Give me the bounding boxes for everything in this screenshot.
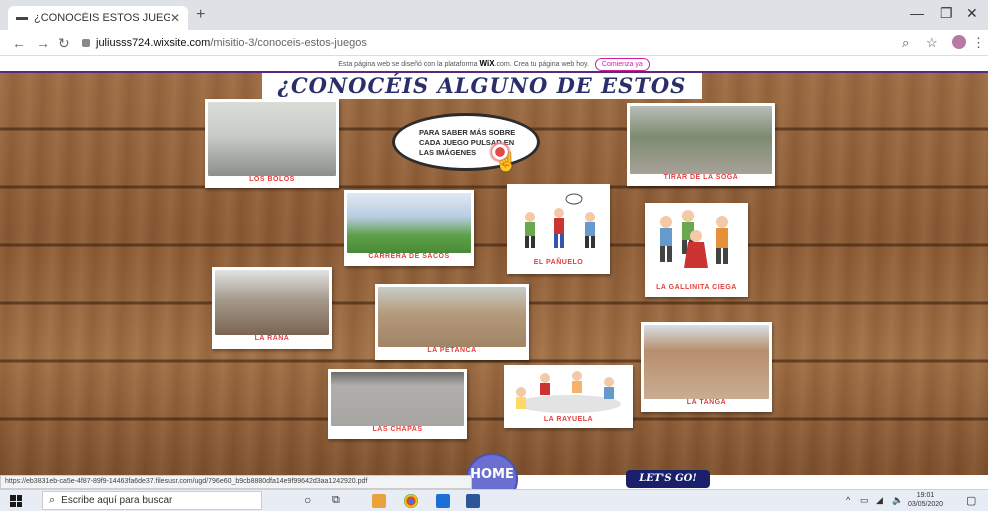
search-icon: ⌕ [49, 494, 56, 506]
tab-close-icon[interactable]: ✕ [170, 11, 180, 25]
clock-time: 19:01 [916, 492, 935, 499]
windows-start-icon[interactable] [10, 495, 22, 507]
game-photo [644, 325, 769, 399]
taskbar-clock[interactable]: 19:01 03/05/2020 [908, 491, 943, 509]
game-card-tirar-de-la-soga[interactable]: TIRAR DE LA SOGA [627, 103, 775, 186]
game-label: EL PAÑUELO [533, 259, 584, 266]
rayuela-illustration [516, 371, 621, 413]
browser-tab[interactable]: ¿CONOCÉIS ESTOS JUEGOS? | M ✕ [8, 6, 188, 30]
game-card-carrera-de-sacos[interactable]: CARRERA DE SACOS [344, 190, 474, 266]
pointing-hand-icon: ☝ [495, 152, 518, 172]
windows-taskbar: ⌕ Escribe aquí para buscar ○ ⧉ ^ ▭ ◢ 🔈 1… [0, 489, 988, 511]
game-photo [648, 206, 745, 284]
browser-tab-strip: ¿CONOCÉIS ESTOS JUEGOS? | M ✕ + — ❐ ✕ [0, 0, 988, 30]
cortana-circle-icon[interactable]: ○ [304, 493, 311, 507]
game-card-la-tanga[interactable]: LA TANGA [641, 322, 772, 412]
bubble-line: LAS IMÁGENES [419, 148, 477, 157]
zoom-icon[interactable]: ⌕ [902, 35, 909, 51]
game-card-la-rana[interactable]: LA RANA [212, 267, 332, 349]
game-card-la-petanca[interactable]: LA PETANCA [375, 284, 529, 360]
notifications-icon[interactable]: ▢ [966, 494, 976, 507]
menu-dots-icon[interactable]: ⋮ [972, 35, 985, 51]
back-arrow-icon[interactable]: ← [12, 35, 26, 51]
word-icon[interactable] [466, 494, 480, 508]
game-label: LOS BOLOS [249, 176, 295, 183]
volume-icon[interactable]: 🔈 [892, 495, 903, 506]
tab-title: ¿CONOCÉIS ESTOS JUEGOS? | M [34, 12, 170, 24]
gallinita-illustration [660, 210, 728, 268]
clock-date: 03/05/2020 [908, 501, 944, 508]
game-card-el-panuelo[interactable]: EL PAÑUELO [507, 184, 610, 274]
file-explorer-icon[interactable] [372, 494, 386, 508]
game-label: LA RAYUELA [543, 416, 594, 423]
game-photo [215, 270, 329, 335]
reload-icon[interactable]: ↻ [58, 35, 70, 52]
address-bar: ← → ↻ juliusss724.wixsite.com /misitio-3… [0, 30, 988, 56]
game-label: LA TANGA [686, 399, 727, 406]
game-photo [630, 106, 772, 174]
game-photo [208, 102, 336, 176]
taskbar-search-input[interactable]: ⌕ Escribe aquí para buscar [42, 491, 262, 510]
game-label: LA PETANCA [427, 347, 477, 354]
game-label: LA GALLINITA CIEGA [656, 284, 737, 291]
instruction-bubble: PARA SABER MÁS SOBRE CADA JUEGO PULSAD E… [392, 113, 540, 171]
tray-chevron-icon[interactable]: ^ [846, 495, 850, 505]
profile-avatar[interactable] [952, 35, 966, 49]
lets-go-button[interactable]: LET'S GO! [626, 470, 710, 488]
game-photo [331, 372, 464, 426]
url-host: juliusss724.wixsite.com [96, 37, 211, 49]
game-label: TIRAR DE LA SOGA [663, 174, 739, 181]
mail-icon[interactable] [436, 494, 450, 508]
task-view-icon[interactable]: ⧉ [332, 494, 340, 507]
panuelo-illustration [525, 193, 595, 248]
status-url: https://eb3831eb-ca5e-4f87-89f9-14463fa6… [0, 475, 472, 489]
game-photo [510, 187, 607, 259]
game-photo [507, 368, 630, 416]
url-path: /misitio-3/conoceis-estos-juegos [210, 37, 367, 49]
bubble-line: PARA SABER MÁS SOBRE [419, 128, 516, 137]
new-tab-button[interactable]: + [196, 6, 205, 24]
wix-banner: Esta página web se diseñó con la platafo… [0, 56, 988, 73]
game-card-la-gallinita-ciega[interactable]: LA GALLINITA CIEGA [645, 203, 748, 297]
url-field[interactable]: juliusss724.wixsite.com /misitio-3/conoc… [82, 34, 882, 52]
window-close-button[interactable]: ✕ [966, 5, 978, 22]
restore-button[interactable]: ❐ [940, 5, 953, 22]
lock-icon [82, 39, 90, 47]
search-placeholder: Escribe aquí para buscar [61, 495, 173, 506]
game-label: LA RANA [254, 335, 290, 342]
battery-icon[interactable]: ▭ [860, 495, 869, 506]
favicon-icon [16, 16, 28, 20]
network-icon[interactable]: ◢ [876, 495, 883, 506]
game-card-las-chapas[interactable]: LAS CHAPAS [328, 369, 467, 439]
game-card-los-bolos[interactable]: LOS BOLOS [205, 99, 339, 188]
game-label: CARRERA DE SACOS [368, 253, 450, 260]
wix-banner-text-after: .com. Crea tu página web hoy. [494, 61, 589, 68]
minimize-button[interactable]: — [910, 5, 924, 21]
page-title: ¿CONOCÉIS ALGUNO DE ESTOS JUEGOS? [262, 73, 702, 99]
chrome-icon[interactable] [404, 494, 418, 508]
wix-banner-text-before: Esta página web se diseñó con la platafo… [338, 61, 478, 68]
bubble-line: CADA JUEGO PULSAD EN [419, 138, 515, 147]
bookmark-star-icon[interactable]: ☆ [926, 35, 938, 51]
game-photo [378, 287, 526, 347]
wix-start-button[interactable]: Comienza ya [594, 58, 650, 71]
game-card-la-rayuela[interactable]: LA RAYUELA [504, 365, 633, 428]
game-label: LAS CHAPAS [372, 426, 423, 433]
forward-arrow-icon[interactable]: → [36, 35, 50, 51]
game-photo [347, 193, 471, 253]
wix-logo: WiX [479, 59, 495, 68]
